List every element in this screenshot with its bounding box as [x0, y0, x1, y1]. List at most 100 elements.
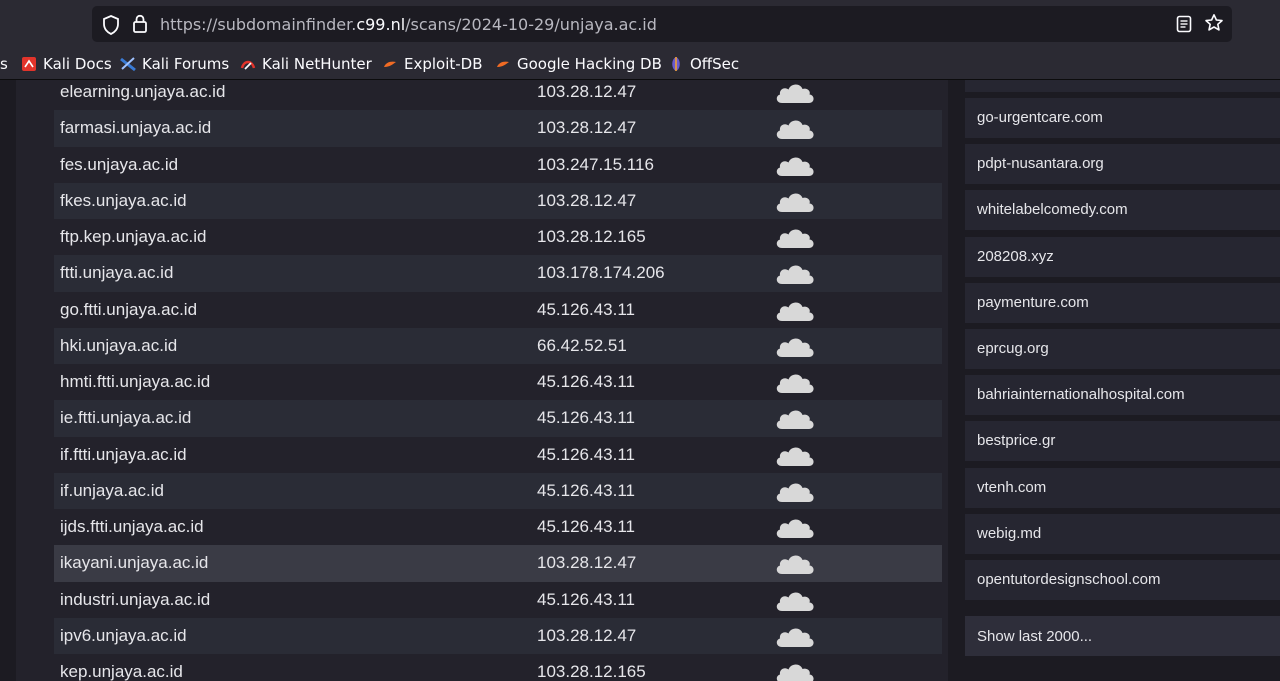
ip-address[interactable]: 103.28.12.47	[537, 626, 636, 646]
ip-address[interactable]: 103.178.174.206	[537, 263, 665, 283]
recent-scans-item-partial[interactable]	[965, 80, 1280, 92]
recent-scan-link[interactable]: pdpt-nusantara.org	[965, 144, 1280, 185]
subdomain-name[interactable]: ijds.ftti.unjaya.ac.id	[60, 517, 204, 537]
subdomain-name[interactable]: industri.unjaya.ac.id	[60, 590, 210, 610]
recent-scan-domain: webig.md	[977, 524, 1042, 542]
lock-icon[interactable]	[132, 14, 148, 34]
ip-address[interactable]: 103.28.12.47	[537, 82, 636, 102]
ip-address[interactable]: 103.28.12.47	[537, 191, 636, 211]
recent-scan-link[interactable]: bestprice.gr	[965, 421, 1280, 462]
recent-scan-domain: bestprice.gr	[977, 432, 1056, 450]
table-row: go.ftti.unjaya.ac.id 45.126.43.11	[54, 291, 942, 328]
ip-address[interactable]: 103.28.12.165	[537, 662, 646, 681]
table-row: ijds.ftti.unjaya.ac.id 45.126.43.11	[54, 509, 942, 546]
ip-address[interactable]: 45.126.43.11	[537, 408, 635, 428]
show-more-button[interactable]: Show last 2000...	[965, 616, 1280, 656]
subdomain-name[interactable]: farmasi.unjaya.ac.id	[60, 118, 211, 138]
ip-address[interactable]: 45.126.43.11	[537, 590, 635, 610]
subdomain-name[interactable]: fes.unjaya.ac.id	[60, 155, 178, 175]
cloudflare-cloud-icon	[774, 118, 816, 145]
cloudflare-cloud-icon	[774, 82, 816, 109]
page-content: elearning.unjaya.ac.id 103.28.12.47 farmas…	[0, 80, 1280, 681]
bookmark-google-hacking-db[interactable]: Google Hacking DB	[495, 53, 662, 75]
kali-nethunter-icon	[240, 60, 256, 70]
cloudflare-cloud-icon	[774, 481, 816, 508]
table-row: fkes.unjaya.ac.id 103.28.12.47	[54, 182, 942, 219]
subdomain-name[interactable]: ftti.unjaya.ac.id	[60, 263, 173, 283]
subdomain-name[interactable]: hmti.ftti.unjaya.ac.id	[60, 372, 210, 392]
subdomain-name[interactable]: if.unjaya.ac.id	[60, 481, 164, 501]
bookmark-offsec[interactable]: OffSec	[668, 53, 739, 75]
recent-scan-domain: pdpt-nusantara.org	[977, 155, 1104, 173]
ip-address[interactable]: 103.28.12.165	[537, 227, 646, 247]
subdomain-name[interactable]: kep.unjaya.ac.id	[60, 662, 183, 681]
table-row: ipv6.unjaya.ac.id 103.28.12.47	[54, 617, 942, 654]
subdomain-name[interactable]: ftp.kep.unjaya.ac.id	[60, 227, 206, 247]
table-row: kep.unjaya.ac.id 103.28.12.165	[54, 654, 942, 681]
recent-scan-link[interactable]: whitelabelcomedy.com	[965, 190, 1280, 231]
ip-address[interactable]: 66.42.52.51	[537, 336, 627, 356]
subdomain-name[interactable]: ie.ftti.unjaya.ac.id	[60, 408, 191, 428]
recent-scans-panel: go-urgentcare.com pdpt-nusantara.org white…	[965, 80, 1280, 681]
kali-forums-icon	[120, 57, 136, 72]
bookmark-label: Google Hacking DB	[517, 55, 662, 73]
recent-scan-link[interactable]: webig.md	[965, 513, 1280, 554]
kali-docs-icon	[22, 57, 36, 71]
ip-address[interactable]: 45.126.43.11	[537, 481, 635, 501]
subdomain-name[interactable]: hki.unjaya.ac.id	[60, 336, 177, 356]
recent-scan-link[interactable]: go-urgentcare.com	[965, 98, 1280, 138]
bookmark-label: OffSec	[690, 55, 740, 73]
ip-address[interactable]: 45.126.43.11	[537, 300, 635, 320]
bookmark-star-icon[interactable]	[1204, 13, 1224, 33]
cloudflare-cloud-icon	[774, 336, 816, 363]
recent-scan-link[interactable]: eprcug.org	[965, 329, 1280, 369]
ghdb-icon	[497, 61, 509, 67]
ip-address[interactable]: 45.126.43.11	[537, 445, 635, 465]
recent-scan-link[interactable]: 208208.xyz	[965, 236, 1280, 277]
browser-toolbar: https://subdomainfinder.c99.nl/scans/202…	[0, 0, 1280, 48]
bookmark-label: Exploit-DB	[404, 55, 483, 73]
recent-scan-link[interactable]: vtenh.com	[965, 467, 1280, 508]
subdomain-name[interactable]: ikayani.unjaya.ac.id	[60, 553, 208, 573]
recent-scan-domain: paymenture.com	[977, 293, 1089, 311]
table-row: industri.unjaya.ac.id 45.126.43.11	[54, 581, 942, 618]
bookmark-kali-forums[interactable]: Kali Forums	[120, 53, 229, 75]
url-text[interactable]: https://subdomainfinder.c99.nl/scans/202…	[160, 15, 657, 34]
recent-scan-link[interactable]: opentutordesignschool.com	[965, 560, 1280, 600]
bookmark-kali-nethunter[interactable]: Kali NetHunter	[240, 53, 372, 75]
table-row: hki.unjaya.ac.id 66.42.52.51	[54, 327, 942, 364]
bookmark-label: Kali NetHunter	[262, 55, 372, 73]
table-row: ftti.unjaya.ac.id 103.178.174.206	[54, 255, 942, 292]
bookmark-label: s	[0, 55, 8, 73]
cloudflare-cloud-icon	[774, 590, 816, 617]
bookmark-kali-docs[interactable]: Kali Docs	[21, 53, 112, 75]
ip-address[interactable]: 103.28.12.47	[537, 553, 636, 573]
cloudflare-cloud-icon	[774, 445, 816, 472]
bookmarks-toolbar: s Kali Docs Kali Forums Kali NetHunter E…	[0, 48, 1280, 80]
cloudflare-cloud-icon	[774, 263, 816, 290]
url-bar[interactable]: https://subdomainfinder.c99.nl/scans/202…	[92, 6, 1232, 42]
recent-scan-domain: opentutordesignschool.com	[977, 571, 1161, 588]
recent-scan-domain: vtenh.com	[977, 478, 1047, 496]
subdomain-name[interactable]: go.ftti.unjaya.ac.id	[60, 300, 197, 320]
ip-address[interactable]: 45.126.43.11	[537, 372, 635, 392]
cloudflare-cloud-icon	[774, 408, 816, 435]
subdomain-name[interactable]: fkes.unjaya.ac.id	[60, 191, 187, 211]
recent-scan-domain: go-urgentcare.com	[977, 109, 1103, 126]
table-row: hmti.ftti.unjaya.ac.id 45.126.43.11	[54, 364, 942, 401]
shield-icon[interactable]	[102, 15, 120, 35]
subdomain-name[interactable]: if.ftti.unjaya.ac.id	[60, 445, 187, 465]
ip-address[interactable]: 103.247.15.116	[537, 155, 654, 175]
bookmark-exploit-db[interactable]: Exploit-DB	[382, 53, 483, 75]
table-row: farmasi.unjaya.ac.id 103.28.12.47	[54, 110, 942, 147]
reader-view-icon[interactable]	[1176, 15, 1192, 33]
subdomain-name[interactable]: elearning.unjaya.ac.id	[60, 82, 225, 102]
bookmark-partial[interactable]: s	[0, 53, 8, 75]
cloudflare-cloud-icon	[774, 553, 816, 580]
subdomain-name[interactable]: ipv6.unjaya.ac.id	[60, 626, 187, 646]
url-host: c99.nl	[356, 15, 406, 34]
recent-scan-link[interactable]: bahriainternationalhospital.com	[965, 375, 1280, 416]
ip-address[interactable]: 103.28.12.47	[537, 118, 636, 138]
recent-scan-link[interactable]: paymenture.com	[965, 282, 1280, 323]
ip-address[interactable]: 45.126.43.11	[537, 517, 635, 537]
